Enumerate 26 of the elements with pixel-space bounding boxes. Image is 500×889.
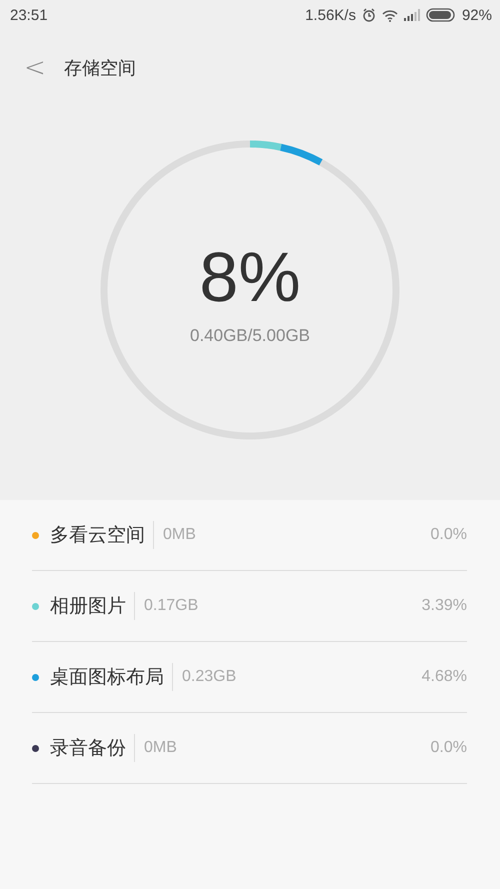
- category-share: 3.39%: [422, 597, 467, 615]
- category-size: 0.17GB: [144, 597, 198, 615]
- alarm-icon: [362, 8, 376, 22]
- category-row[interactable]: 相册图片 0.17GB 3.39%: [32, 571, 467, 642]
- usage-amount: 0.40GB/5.00GB: [190, 326, 310, 346]
- category-share: 4.68%: [422, 668, 467, 686]
- category-row[interactable]: 录音备份 0MB 0.0%: [32, 713, 467, 784]
- battery-percent: 92%: [462, 6, 492, 24]
- category-row[interactable]: 多看云空间 0MB 0.0%: [32, 500, 467, 571]
- category-share: 0.0%: [430, 526, 467, 544]
- category-size: 0MB: [144, 739, 177, 757]
- usage-percent: 8%: [199, 242, 301, 312]
- category-size: 0MB: [163, 526, 196, 544]
- wifi-icon: [382, 8, 398, 22]
- page-title: 存储空间: [64, 57, 136, 80]
- time: 23:51: [10, 6, 48, 24]
- category-row[interactable]: 桌面图标布局 0.23GB 4.68%: [32, 642, 467, 713]
- battery-icon: [426, 8, 456, 22]
- network-speed: 1.56K/s: [305, 6, 356, 24]
- signal-icon: [404, 9, 420, 21]
- category-name: 录音备份: [50, 734, 135, 762]
- category-name: 相册图片: [50, 592, 135, 620]
- category-share: 0.0%: [430, 739, 467, 757]
- category-name: 桌面图标布局: [50, 663, 173, 691]
- category-name: 多看云空间: [50, 521, 154, 549]
- category-size: 0.23GB: [182, 668, 236, 686]
